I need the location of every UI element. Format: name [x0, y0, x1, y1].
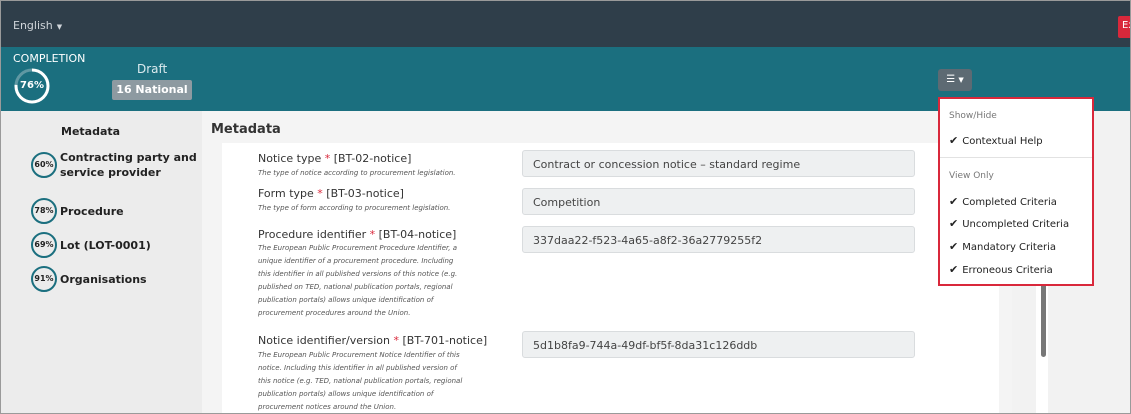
- help-line: procurement notices around the Union.: [258, 403, 397, 411]
- completion-percent: 76%: [20, 80, 44, 91]
- menu-item-label: Mandatory Criteria: [962, 242, 1056, 253]
- section-progress-ring: 69%: [31, 232, 57, 258]
- section-progress-ring: 60%: [31, 152, 57, 178]
- help-line: this notice (e.g. TED, national publicat…: [258, 377, 463, 385]
- main-content: Metadata Notice type * [BT-02-notice] Th…: [202, 111, 1012, 413]
- caret-down-icon: ▼: [56, 23, 63, 31]
- sidebar-item-label-line: service provider: [60, 166, 161, 179]
- sliders-icon: ☰: [946, 74, 956, 85]
- required-marker: *: [317, 187, 323, 200]
- help-line: publication portals) allows unique ident…: [258, 390, 434, 398]
- sidebar-item-label: Organisations: [60, 272, 147, 286]
- notice-subtype-badge: 16 National: [112, 80, 192, 100]
- section-title: Metadata: [211, 122, 281, 137]
- help-line: The European Public Procurement Procedur…: [258, 244, 457, 252]
- sidebar-item-lot[interactable]: 69% Lot (LOT-0001): [31, 232, 151, 258]
- field-help-notice-type: The type of notice according to procurem…: [258, 167, 510, 180]
- scrollbar-thumb[interactable]: [1041, 281, 1046, 357]
- menu-divider: [940, 157, 1092, 158]
- field-name: Procedure identifier: [258, 228, 367, 241]
- help-line: The type of form according to procuremen…: [258, 204, 451, 212]
- show-hide-header: Show/Hide: [949, 111, 997, 121]
- sidebar-item-label-line: Contracting party and: [60, 151, 197, 164]
- view-only-header: View Only: [949, 171, 994, 181]
- field-label-procedure-identifier: Procedure identifier * [BT-04-notice]: [258, 228, 456, 241]
- field-help-form-type: The type of form according to procuremen…: [258, 202, 510, 215]
- form-type-field[interactable]: Competition: [522, 188, 915, 215]
- menu-item-erroneous-criteria[interactable]: ✔ Erroneous Criteria: [949, 263, 1053, 276]
- help-line: procurement procedures around the Union.: [258, 309, 411, 317]
- section-progress-ring: 91%: [31, 266, 57, 292]
- menu-item-uncompleted-criteria[interactable]: ✔ Uncompleted Criteria: [949, 217, 1069, 230]
- section-progress-ring: 78%: [31, 198, 57, 224]
- check-icon: ✔: [949, 240, 959, 253]
- exit-button[interactable]: Exi: [1118, 16, 1130, 38]
- field-label-notice-identifier: Notice identifier/version * [BT-701-noti…: [258, 334, 487, 347]
- help-line: The European Public Procurement Notice I…: [258, 351, 460, 359]
- menu-item-label: Uncompleted Criteria: [962, 219, 1070, 230]
- field-help-notice-identifier: The European Public Procurement Notice I…: [258, 349, 510, 413]
- help-line: published on TED, national publication p…: [258, 283, 453, 291]
- field-name: Form type: [258, 187, 314, 200]
- help-line: this identifier in all published version…: [258, 270, 458, 278]
- check-icon: ✔: [949, 263, 959, 276]
- help-line: notice. Including this identifier in all…: [258, 364, 457, 372]
- field-name: Notice type: [258, 152, 322, 165]
- display-options-menu: Show/Hide ✔ Contextual Help View Only ✔ Co…: [938, 97, 1094, 286]
- notice-identifier-field[interactable]: 5d1b8fa9-744a-49df-bf5f-8da31c126ddb: [522, 331, 915, 358]
- top-bar: English▼ Exi: [1, 1, 1130, 47]
- sidebar-item-contracting-party[interactable]: 60% Contracting party and service provid…: [31, 150, 197, 180]
- sidebar-item-procedure[interactable]: 78% Procedure: [31, 198, 124, 224]
- app-window: English▼ Exi COMPLETION 76% Draft 16 Nat…: [0, 0, 1131, 414]
- sidebar-item-label: Lot (LOT-0001): [60, 238, 151, 252]
- menu-item-mandatory-criteria[interactable]: ✔ Mandatory Criteria: [949, 240, 1056, 253]
- field-name: Notice identifier/version: [258, 334, 390, 347]
- sidebar-item-label: Contracting party and service provider: [60, 150, 197, 180]
- caret-down-icon: ▼: [958, 76, 964, 84]
- language-label: English: [13, 19, 53, 32]
- menu-item-label: Contextual Help: [962, 136, 1043, 147]
- menu-item-completed-criteria[interactable]: ✔ Completed Criteria: [949, 195, 1057, 208]
- menu-item-contextual-help[interactable]: ✔ Contextual Help: [949, 134, 1043, 147]
- form-panel: Notice type * [BT-02-notice] The type of…: [222, 143, 999, 413]
- check-icon: ✔: [949, 217, 959, 230]
- field-code: [BT-701-notice]: [402, 334, 488, 347]
- display-settings-button[interactable]: ☰ ▼: [938, 69, 972, 91]
- menu-item-label: Completed Criteria: [962, 197, 1057, 208]
- field-label-notice-type: Notice type * [BT-02-notice]: [258, 152, 411, 165]
- check-icon: ✔: [949, 195, 959, 208]
- sidebar-item-label: Procedure: [60, 204, 124, 218]
- field-help-procedure-identifier: The European Public Procurement Procedur…: [258, 242, 510, 320]
- sidebar-item-organisations[interactable]: 91% Organisations: [31, 266, 147, 292]
- check-icon: ✔: [949, 134, 959, 147]
- help-line: publication portals) allows unique ident…: [258, 296, 434, 304]
- help-line: The type of notice according to procurem…: [258, 169, 456, 177]
- sidebar-title: Metadata: [61, 125, 121, 138]
- required-marker: *: [324, 152, 331, 165]
- field-code: [BT-04-notice]: [378, 228, 457, 241]
- notice-type-field[interactable]: Contract or concession notice – standard…: [522, 150, 915, 177]
- menu-item-label: Erroneous Criteria: [962, 265, 1053, 276]
- field-code: [BT-02-notice]: [333, 152, 412, 165]
- required-marker: *: [369, 228, 376, 241]
- draft-status: Draft: [137, 62, 168, 76]
- field-label-form-type: Form type * [BT-03-notice]: [258, 187, 404, 200]
- help-line: unique identifier of a procurement proce…: [258, 257, 454, 265]
- language-selector[interactable]: English ▼: [13, 19, 62, 32]
- sidebar: Metadata 60% Contracting party and servi…: [1, 111, 202, 413]
- completion-progress-ring: 76%: [13, 67, 51, 105]
- field-code: [BT-03-notice]: [326, 187, 404, 200]
- completion-label: COMPLETION: [13, 52, 86, 65]
- required-marker: *: [393, 334, 400, 347]
- procedure-identifier-field[interactable]: 337daa22-f523-4a65-a8f2-36a2779255f2: [522, 226, 915, 253]
